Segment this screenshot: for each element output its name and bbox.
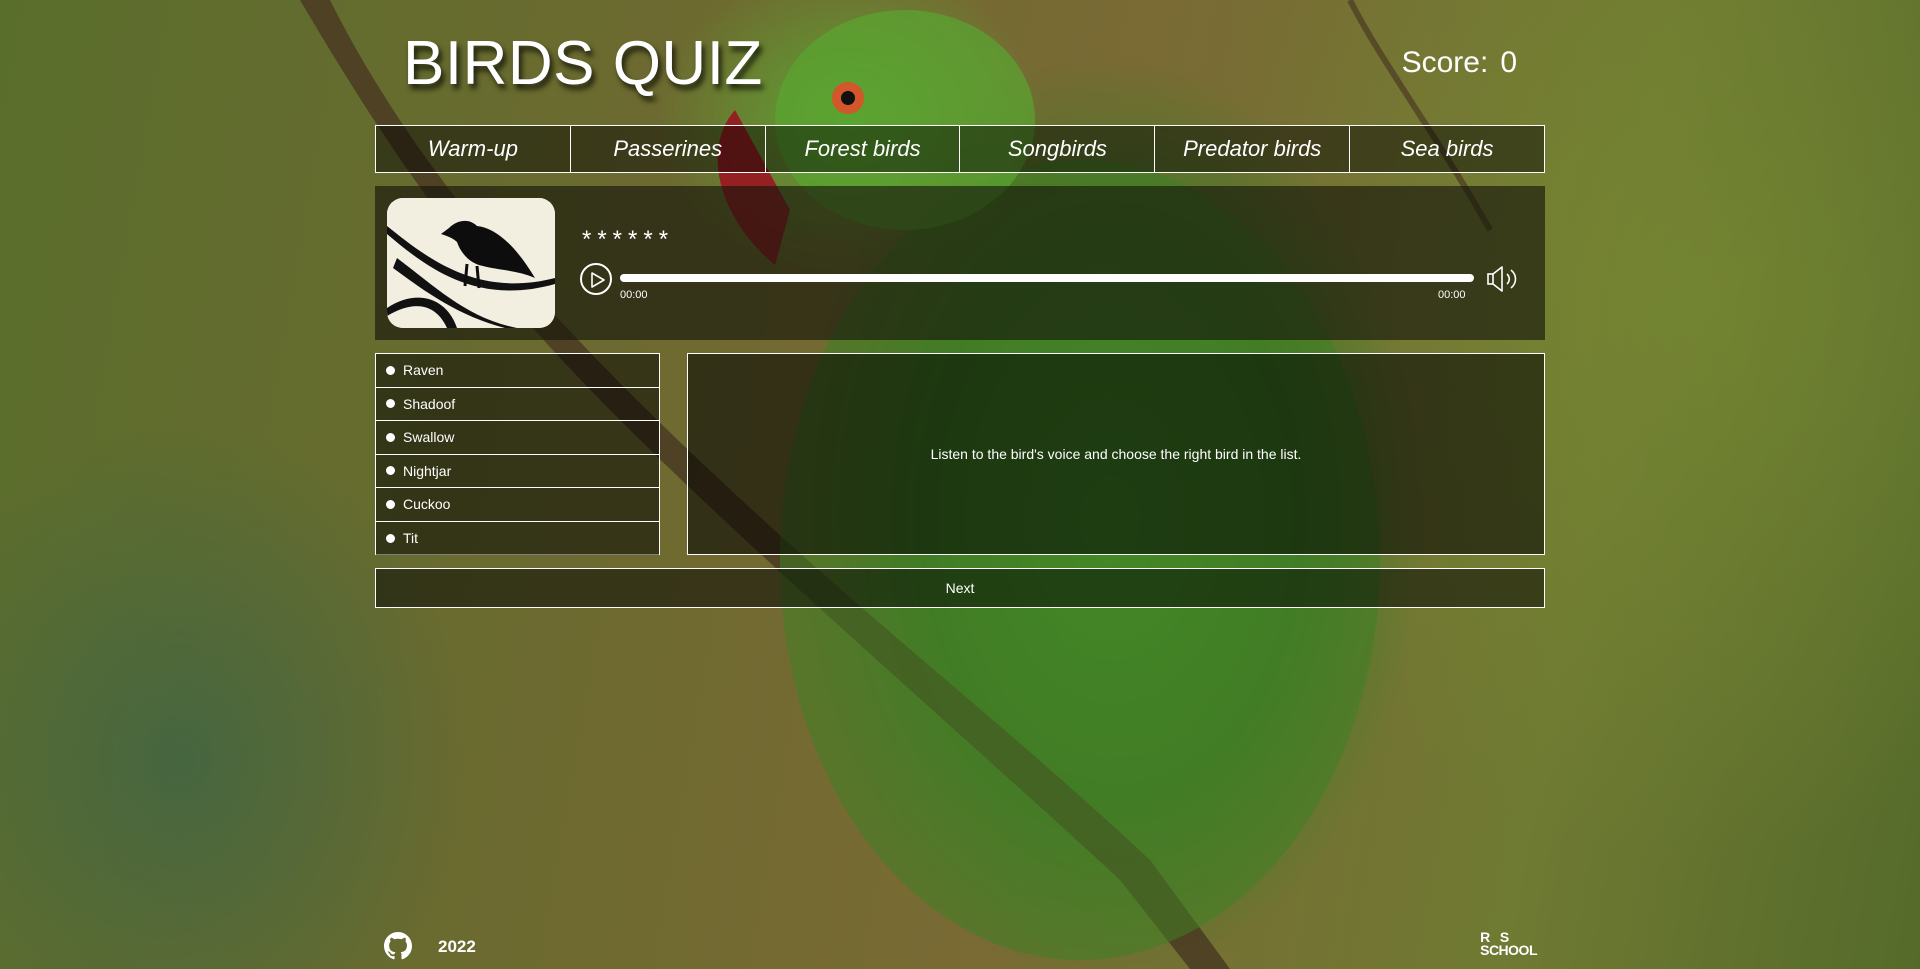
answer-option[interactable]: Cuckoo (376, 488, 659, 522)
nav-item-songbirds[interactable]: Songbirds (960, 126, 1156, 172)
app-title: BIRDS QUIZ (403, 29, 763, 98)
answer-label: Nightjar (403, 462, 452, 479)
answer-label: Tit (403, 530, 419, 547)
bullet-icon (386, 533, 395, 543)
bird-info-panel: Listen to the bird's voice and choose th… (687, 353, 1545, 555)
answer-option[interactable]: Tit (376, 521, 659, 555)
nav-item-sea-birds[interactable]: Sea birds (1350, 126, 1544, 172)
footer: 2022 R S SCHOOL (375, 925, 1545, 965)
category-nav: Warm-up Passerines Forest birds Songbird… (375, 125, 1545, 173)
play-icon (591, 272, 605, 288)
answer-label: Cuckoo (403, 496, 451, 513)
progress-bar[interactable] (620, 274, 1474, 282)
bullet-icon (386, 466, 395, 476)
question-panel: ****** 00:00 00:00 (375, 186, 1545, 340)
answer-option[interactable]: Shadoof (376, 387, 659, 421)
score: Score: 0 (1402, 46, 1517, 80)
bird-silhouette-image (387, 198, 555, 328)
play-button[interactable] (580, 263, 612, 295)
current-time: 00:00 (620, 289, 648, 301)
instruction-text: Listen to the bird's voice and choose th… (930, 446, 1302, 462)
bullet-icon (386, 365, 395, 375)
nav-item-forest-birds[interactable]: Forest birds (765, 126, 961, 172)
score-label: Score: (1401, 46, 1489, 79)
nav-item-passerines[interactable]: Passerines (570, 126, 766, 172)
answers-list: Raven Shadoof Swallow Nightjar Cuckoo Ti… (375, 353, 660, 555)
answer-label: Shadoof (403, 395, 456, 412)
audio-player: 00:00 00:00 (580, 263, 1520, 313)
bullet-icon (386, 499, 395, 509)
volume-button[interactable] (1487, 263, 1521, 300)
github-icon (384, 932, 412, 960)
bullet-icon (386, 432, 395, 442)
bullet-icon (386, 399, 395, 409)
answer-option[interactable]: Swallow (376, 421, 659, 455)
score-value: 0 (1500, 46, 1517, 79)
nav-item-warm-up[interactable]: Warm-up (376, 126, 571, 172)
volume-icon (1487, 266, 1517, 292)
rs-school-logo[interactable]: R S SCHOOL (1480, 930, 1537, 957)
answer-label: Swallow (403, 429, 455, 446)
footer-year: 2022 (438, 937, 476, 956)
next-button[interactable]: Next (375, 568, 1545, 608)
hidden-bird-name: ****** (582, 226, 675, 253)
header: BIRDS QUIZ Score: 0 (375, 0, 1545, 125)
answer-option[interactable]: Nightjar (376, 454, 659, 488)
answer-label: Raven (403, 362, 444, 379)
answer-option[interactable]: Raven (376, 354, 659, 388)
github-link[interactable] (384, 932, 412, 965)
total-time: 00:00 (1438, 289, 1466, 301)
nav-item-predator-birds[interactable]: Predator birds (1155, 126, 1351, 172)
